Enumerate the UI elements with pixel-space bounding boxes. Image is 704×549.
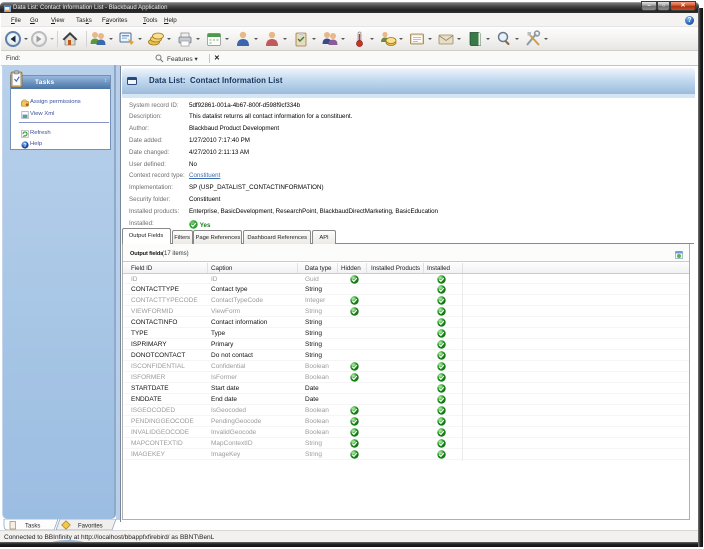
svg-text:Favorites: Favorites [78,524,103,530]
svg-text:Tasks: Tasks [25,524,40,530]
svg-text:?: ? [24,142,27,148]
